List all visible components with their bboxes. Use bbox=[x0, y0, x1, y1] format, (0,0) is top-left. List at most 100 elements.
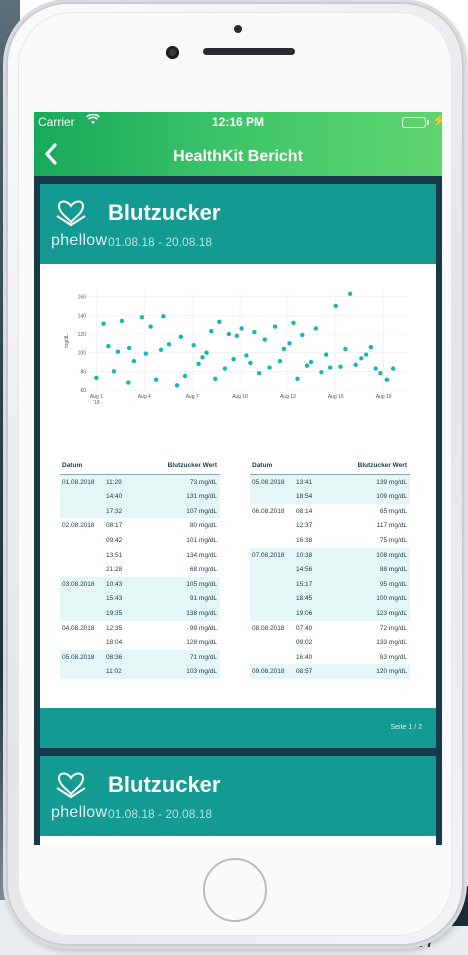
cell-time: 09:02 bbox=[296, 639, 313, 647]
cell-time: 11:02 bbox=[106, 668, 122, 676]
table-row: 18:45 100 mg/dL bbox=[250, 591, 410, 606]
report-title: Blutzucker bbox=[108, 200, 221, 225]
data-point bbox=[231, 357, 236, 362]
y-tick-label: 80 bbox=[80, 369, 86, 375]
table-row: 18:54 109 mg/dL bbox=[250, 489, 410, 504]
cell-time: 15:17 bbox=[296, 580, 313, 588]
table-row: 04.08.2018 12:35 99 mg/dL bbox=[60, 621, 220, 636]
home-button[interactable] bbox=[203, 858, 267, 922]
brand-name: phellow bbox=[51, 232, 108, 249]
cell-time: 10:38 bbox=[296, 551, 313, 559]
x-tick-label: Aug 13 bbox=[280, 394, 296, 400]
cell-value: 128 mg/dL bbox=[186, 639, 217, 647]
data-point bbox=[313, 326, 319, 331]
x-tick-label: Aug 7 bbox=[186, 394, 199, 400]
table-row: 21:28 68 mg/dL bbox=[60, 562, 220, 577]
data-point bbox=[267, 365, 272, 370]
column-header-value: Blutzucker Wert bbox=[357, 462, 407, 469]
cell-time: 10:43 bbox=[106, 580, 123, 588]
table-row: 09:42 101 mg/dL bbox=[60, 533, 220, 548]
x-tick-label: Aug 10 bbox=[232, 394, 248, 400]
blood-glucose-scatter-chart: 6080100120140160Aug 1'18Aug 4 Aug 7 Aug 10… bbox=[64, 291, 406, 406]
cell-date: 01.08.2018 bbox=[62, 478, 95, 486]
cell-time: 12:35 bbox=[106, 624, 123, 632]
table-row: 16:38 75 mg/dL bbox=[250, 533, 410, 548]
x-tick-label: Aug 16 bbox=[328, 394, 344, 400]
nav-title: HealthKit Bericht bbox=[173, 148, 303, 165]
cell-value: 101 mg/dL bbox=[186, 536, 217, 544]
cell-value: 117 mg/dL bbox=[376, 522, 407, 530]
cell-time: 18:04 bbox=[106, 639, 123, 647]
table-row: 03.08.2018 10:43 105 mg/dL bbox=[60, 576, 220, 592]
report-header: phellow Blutzucker 01.08.18 - 20.08.18 bbox=[40, 756, 436, 836]
table-row: 05.08.2018 08:36 71 mg/dL bbox=[60, 649, 220, 665]
table-row: 07.08.2018 10:38 108 mg/dL bbox=[250, 547, 410, 563]
cell-date: 05.08.2018 bbox=[252, 478, 285, 486]
cell-value: 71 mg/dL bbox=[189, 653, 217, 661]
cell-value: 72 mg/dL bbox=[379, 624, 407, 632]
data-point bbox=[161, 314, 166, 319]
readings-table-right: Datum Blutzucker Wert 05.08.2018 13:41 139 m… bbox=[250, 460, 410, 679]
cell-value: 95 mg/dL bbox=[379, 580, 407, 588]
data-point bbox=[204, 350, 209, 355]
earpiece-speaker bbox=[203, 48, 295, 55]
data-point bbox=[234, 333, 240, 339]
y-tick-label: 120 bbox=[78, 332, 87, 338]
data-point bbox=[166, 342, 172, 347]
table-row: 17:32 107 mg/dL bbox=[60, 503, 220, 519]
data-point bbox=[131, 358, 137, 364]
table-row: 13:51 134 mg/dL bbox=[60, 548, 220, 563]
data-point bbox=[291, 320, 296, 325]
cell-time: 18:45 bbox=[296, 595, 313, 603]
cell-value: 103 mg/dL bbox=[186, 668, 217, 676]
cell-date: 03.08.2018 bbox=[62, 580, 95, 588]
cell-time: 16:40 bbox=[296, 653, 313, 661]
table-header: Datum Blutzucker Wert bbox=[250, 460, 410, 475]
data-point bbox=[295, 376, 300, 381]
cell-value: 80 mg/dL bbox=[189, 522, 217, 530]
table-row: 19:35 138 mg/dL bbox=[60, 605, 220, 621]
data-point bbox=[333, 303, 338, 309]
data-point bbox=[327, 365, 333, 370]
cell-value: 68 mg/dL bbox=[189, 566, 217, 574]
phone-screen: Carrier 12:16 PM ⚡ HealthKit Bericht phe… bbox=[34, 112, 442, 845]
data-point bbox=[119, 318, 125, 324]
cell-value: 100 mg/dL bbox=[376, 595, 407, 603]
data-point bbox=[191, 343, 196, 348]
cell-value: 108 mg/dL bbox=[376, 551, 407, 559]
cell-date: 05.08.2018 bbox=[62, 653, 95, 661]
data-point bbox=[262, 337, 267, 342]
table-row: 09.08.2018 08:57 120 mg/dL bbox=[250, 664, 410, 679]
table-row: 11:02 103 mg/dL bbox=[60, 664, 220, 679]
data-point bbox=[174, 383, 180, 388]
y-tick-label: 100 bbox=[78, 351, 87, 357]
report-page-2: phellow Blutzucker 01.08.18 - 20.08.18 bbox=[40, 756, 436, 845]
data-point bbox=[368, 344, 374, 350]
data-point bbox=[106, 343, 111, 349]
cell-date: 06.08.2018 bbox=[252, 507, 285, 515]
front-camera bbox=[166, 46, 179, 59]
table-row: 14:56 88 mg/dL bbox=[250, 562, 410, 577]
data-point bbox=[94, 375, 99, 381]
table-row: 19:06 123 mg/dL bbox=[250, 605, 410, 621]
data-point bbox=[222, 366, 228, 371]
data-point bbox=[178, 334, 184, 339]
y-tick-label: 140 bbox=[78, 313, 87, 319]
data-point bbox=[200, 355, 205, 360]
cell-time: 08:14 bbox=[296, 507, 313, 515]
data-point bbox=[272, 324, 278, 329]
cell-time: 21:28 bbox=[106, 566, 123, 574]
table-row: 15:43 91 mg/dL bbox=[60, 591, 220, 606]
column-header-date: Datum bbox=[62, 462, 83, 469]
report-scroll-view[interactable]: phellow Blutzucker 01.08.18 - 20.08.18 6… bbox=[34, 176, 442, 845]
date-range: 01.08.18 - 20.08.18 bbox=[108, 807, 213, 821]
report-header: phellow Blutzucker 01.08.18 - 20.08.18 bbox=[40, 184, 436, 264]
cell-time: 17:32 bbox=[106, 507, 123, 515]
table-row: 12:37 117 mg/dL bbox=[250, 518, 410, 533]
data-point bbox=[324, 352, 329, 357]
data-point bbox=[353, 362, 358, 367]
data-point bbox=[338, 364, 343, 369]
data-point bbox=[308, 359, 314, 365]
cell-date: 07.08.2018 bbox=[252, 551, 285, 559]
data-point bbox=[281, 346, 287, 352]
